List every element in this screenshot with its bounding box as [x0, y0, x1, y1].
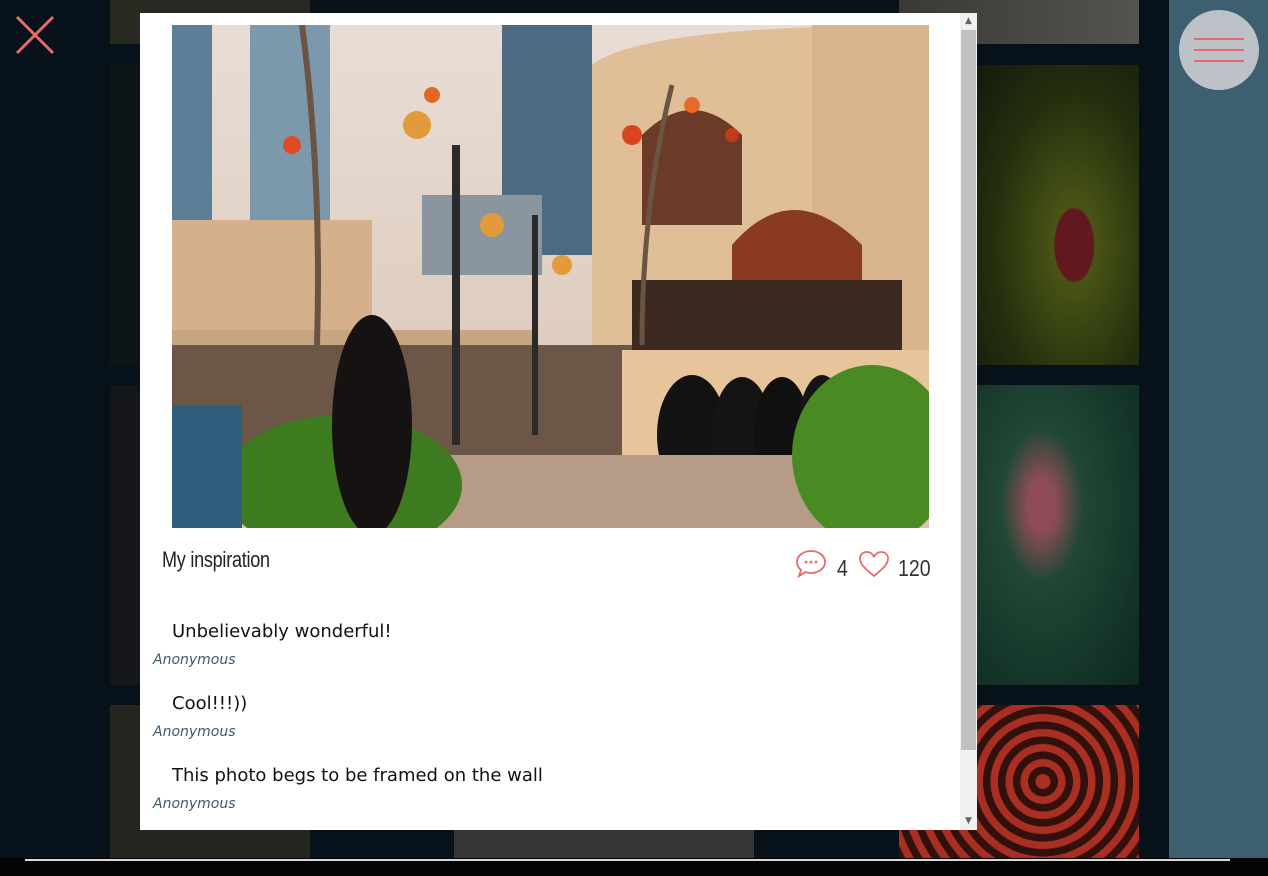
- close-icon: [15, 15, 55, 55]
- comment-author: Anonymous: [153, 724, 236, 740]
- close-button[interactable]: [14, 14, 56, 56]
- menu-button[interactable]: [1179, 10, 1259, 90]
- modal-photo: [172, 25, 929, 528]
- photo-stats: 4 120: [795, 549, 945, 581]
- photo-modal: My inspiration 4 120 Unbelievably wonder…: [140, 13, 977, 830]
- scroll-down-icon[interactable]: ▼: [960, 813, 977, 830]
- comments-count: 4: [837, 555, 848, 581]
- bottom-divider: [25, 859, 1230, 861]
- gallery-thumbnail[interactable]: [454, 830, 754, 858]
- scroll-up-icon[interactable]: ▲: [960, 13, 977, 30]
- gallery-thumbnail[interactable]: [977, 385, 1139, 685]
- side-panel: [1169, 0, 1268, 858]
- modal-scrollbar-thumb[interactable]: [961, 30, 976, 750]
- speech-bubble-icon[interactable]: [795, 549, 827, 583]
- comment-text: Cool!!!)): [172, 693, 248, 714]
- comment-author: Anonymous: [153, 796, 236, 812]
- likes-count: 120: [898, 555, 931, 581]
- comment-text: Unbelievably wonderful!: [172, 621, 392, 642]
- heart-icon[interactable]: [857, 549, 891, 583]
- comment-author: Anonymous: [153, 652, 236, 668]
- modal-title: My inspiration: [162, 547, 270, 572]
- comment-text: This photo begs to be framed on the wall: [172, 765, 543, 786]
- gallery-thumbnail[interactable]: [977, 65, 1139, 365]
